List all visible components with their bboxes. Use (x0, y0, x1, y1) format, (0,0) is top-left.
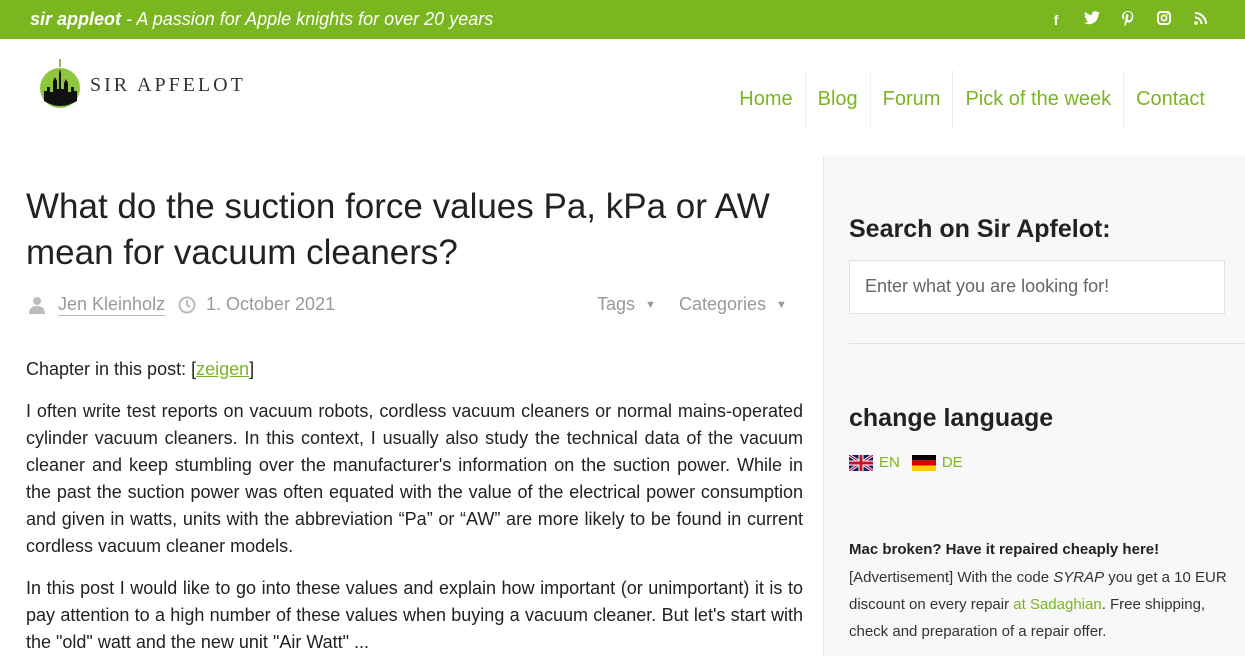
clock-icon (178, 296, 196, 314)
language-de-link[interactable]: DE (942, 454, 963, 471)
tags-label: Tags (597, 294, 636, 314)
logo-text: SIR APFELOT (90, 73, 246, 96)
author-link[interactable]: Jen Kleinholz (58, 294, 166, 316)
language-switcher: EN DE (849, 454, 975, 471)
brand-name: sir appleot (30, 9, 122, 29)
chapter-toggle-link[interactable]: zeigen (196, 359, 249, 379)
instagram-icon[interactable] (1155, 11, 1173, 29)
rss-icon[interactable] (1191, 11, 1209, 29)
logo-apple-castle-icon (40, 59, 80, 108)
uk-flag-icon[interactable] (849, 454, 873, 471)
chapter-prefix: Chapter in this post: [ (26, 359, 197, 379)
post-date: 1. October 2021 (206, 294, 336, 314)
language-heading: change language (849, 404, 1054, 432)
nav-contact[interactable]: Contact (1123, 70, 1217, 128)
site-header: SIR APFELOT Home Blog Forum Pick of the … (0, 39, 1245, 156)
caret-down-icon: ▼ (645, 299, 656, 311)
article-paragraph: I often write test reports on vacuum rob… (26, 401, 803, 556)
ad-text-part: [Advertisement] With the code (849, 569, 1054, 586)
nav-pick-of-the-week[interactable]: Pick of the week (952, 70, 1123, 128)
nav-blog[interactable]: Blog (804, 70, 870, 128)
site-logo[interactable]: SIR APFELOT (38, 59, 246, 109)
user-icon (29, 297, 45, 314)
caret-down-icon: ▼ (776, 299, 787, 311)
language-en-link[interactable]: EN (879, 454, 900, 471)
article-meta: Jen Kleinholz 1. October 2021 Tags ▼ Cate… (28, 294, 803, 316)
top-bar: sir appleot - A passion for Apple knight… (0, 0, 1245, 39)
chapter-suffix: ] (249, 359, 255, 379)
search-input[interactable]: Enter what you are looking for! (849, 260, 1225, 314)
main-nav: Home Blog Forum Pick of the week Contact (727, 70, 1217, 128)
divider (849, 343, 1245, 344)
search-heading: Search on Sir Apfelot: (849, 215, 1111, 243)
facebook-icon[interactable]: f (1047, 11, 1065, 29)
ad-code: SYRAP (1053, 569, 1105, 586)
ad-link[interactable]: at Sadaghian (1013, 596, 1101, 613)
tags-dropdown[interactable]: Tags ▼ (597, 294, 656, 315)
social-links: f (1047, 11, 1209, 29)
pinterest-icon[interactable] (1119, 11, 1137, 29)
article-paragraph: In this post I would like to go into the… (26, 578, 803, 652)
tagline-text: - A passion for Apple knights for over 2… (121, 9, 494, 29)
chapter-toc: Chapter in this post: [zeigen] (26, 359, 254, 380)
nav-home[interactable]: Home (727, 70, 804, 128)
nav-forum[interactable]: Forum (869, 70, 953, 128)
categories-label: Categories (679, 294, 767, 314)
twitter-icon[interactable] (1083, 11, 1101, 29)
categories-dropdown[interactable]: Categories ▼ (679, 294, 787, 315)
article-title: What do the suction force values Pa, kPa… (26, 187, 770, 272)
ad-heading: Mac broken? Have it repaired cheaply her… (849, 541, 1160, 558)
site-tagline: sir appleot - A passion for Apple knight… (30, 9, 493, 30)
ad-text: [Advertisement] With the code SYRAP you … (849, 564, 1229, 645)
germany-flag-icon[interactable] (911, 454, 936, 471)
